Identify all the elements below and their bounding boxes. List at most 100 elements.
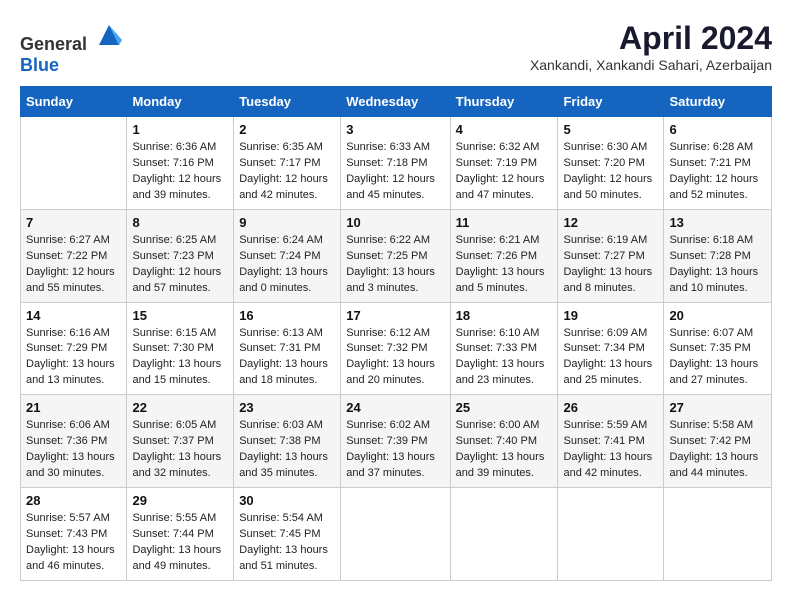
day-number: 11: [456, 215, 553, 230]
calendar-week-row: 7Sunrise: 6:27 AMSunset: 7:22 PMDaylight…: [21, 209, 772, 302]
day-number: 17: [346, 308, 444, 323]
day-number: 8: [132, 215, 228, 230]
day-info: Sunrise: 6:06 AMSunset: 7:36 PMDaylight:…: [26, 418, 121, 482]
calendar-cell: 9 Sunrise: 6:24 AMSunset: 7:24 PMDaylight…: [234, 209, 341, 302]
day-number: 5: [563, 122, 658, 137]
day-info: Sunrise: 5:58 AMSunset: 7:42 PMDaylight:…: [669, 418, 766, 482]
calendar-cell: 16 Sunrise: 6:13 AMSunset: 7:31 PMDayligh…: [234, 302, 341, 395]
calendar-cell: 30Sunrise: 5:54 AMSunset: 7:45 PMDayligh…: [234, 488, 341, 581]
day-info: Sunrise: 6:05 AMSunset: 7:37 PMDaylight:…: [132, 418, 228, 482]
calendar-cell: [664, 488, 772, 581]
day-number: 14: [26, 308, 121, 323]
day-info: Sunrise: 6:33 AMSunset: 7:18 PMDaylight:…: [346, 140, 444, 204]
day-info: Sunrise: 6:13 AMSunset: 7:31 PMDaylight:…: [239, 326, 335, 390]
day-number: 6: [669, 122, 766, 137]
calendar-cell: 5 Sunrise: 6:30 AMSunset: 7:20 PMDaylight…: [558, 117, 664, 210]
calendar-cell: [341, 488, 450, 581]
calendar-week-row: 21 Sunrise: 6:06 AMSunset: 7:36 PMDayligh…: [21, 395, 772, 488]
day-number: 24: [346, 400, 444, 415]
calendar-cell: 26 Sunrise: 5:59 AMSunset: 7:41 PMDayligh…: [558, 395, 664, 488]
weekday-header-monday: Monday: [127, 87, 234, 117]
day-number: 20: [669, 308, 766, 323]
calendar-cell: 1 Sunrise: 6:36 AMSunset: 7:16 PMDaylight…: [127, 117, 234, 210]
location-subtitle: Xankandi, Xankandi Sahari, Azerbaijan: [530, 57, 772, 73]
day-number: 21: [26, 400, 121, 415]
calendar-header: SundayMondayTuesdayWednesdayThursdayFrid…: [21, 87, 772, 117]
day-number: 7: [26, 215, 121, 230]
calendar-cell: 29Sunrise: 5:55 AMSunset: 7:44 PMDayligh…: [127, 488, 234, 581]
calendar-cell: [21, 117, 127, 210]
day-number: 27: [669, 400, 766, 415]
calendar-week-row: 14 Sunrise: 6:16 AMSunset: 7:29 PMDayligh…: [21, 302, 772, 395]
calendar-cell: 23Sunrise: 6:03 AMSunset: 7:38 PMDayligh…: [234, 395, 341, 488]
calendar-table: SundayMondayTuesdayWednesdayThursdayFrid…: [20, 86, 772, 581]
day-info: Sunrise: 5:57 AMSunset: 7:43 PMDaylight:…: [26, 511, 121, 575]
day-number: 10: [346, 215, 444, 230]
calendar-cell: 27 Sunrise: 5:58 AMSunset: 7:42 PMDayligh…: [664, 395, 772, 488]
calendar-cell: 4Sunrise: 6:32 AMSunset: 7:19 PMDaylight…: [450, 117, 558, 210]
day-number: 16: [239, 308, 335, 323]
calendar-body: 1 Sunrise: 6:36 AMSunset: 7:16 PMDaylight…: [21, 117, 772, 581]
calendar-cell: 22 Sunrise: 6:05 AMSunset: 7:37 PMDayligh…: [127, 395, 234, 488]
weekday-header-row: SundayMondayTuesdayWednesdayThursdayFrid…: [21, 87, 772, 117]
weekday-header-thursday: Thursday: [450, 87, 558, 117]
day-number: 26: [563, 400, 658, 415]
day-info: Sunrise: 6:22 AMSunset: 7:25 PMDaylight:…: [346, 233, 444, 297]
calendar-cell: 3Sunrise: 6:33 AMSunset: 7:18 PMDaylight…: [341, 117, 450, 210]
day-info: Sunrise: 6:16 AMSunset: 7:29 PMDaylight:…: [26, 326, 121, 390]
day-info: Sunrise: 6:30 AMSunset: 7:20 PMDaylight:…: [563, 140, 658, 204]
day-info: Sunrise: 6:36 AMSunset: 7:16 PMDaylight:…: [132, 140, 228, 204]
day-info: Sunrise: 6:21 AMSunset: 7:26 PMDaylight:…: [456, 233, 553, 297]
calendar-cell: 28 Sunrise: 5:57 AMSunset: 7:43 PMDayligh…: [21, 488, 127, 581]
calendar-cell: 7Sunrise: 6:27 AMSunset: 7:22 PMDaylight…: [21, 209, 127, 302]
logo-blue: Blue: [20, 55, 59, 75]
day-info: Sunrise: 6:09 AMSunset: 7:34 PMDaylight:…: [563, 326, 658, 390]
day-number: 13: [669, 215, 766, 230]
day-info: Sunrise: 6:18 AMSunset: 7:28 PMDaylight:…: [669, 233, 766, 297]
day-number: 15: [132, 308, 228, 323]
logo-icon: [94, 20, 124, 50]
day-number: 1: [132, 122, 228, 137]
day-info: Sunrise: 6:02 AMSunset: 7:39 PMDaylight:…: [346, 418, 444, 482]
calendar-cell: 21 Sunrise: 6:06 AMSunset: 7:36 PMDayligh…: [21, 395, 127, 488]
day-info: Sunrise: 6:35 AMSunset: 7:17 PMDaylight:…: [239, 140, 335, 204]
day-info: Sunrise: 6:24 AMSunset: 7:24 PMDaylight:…: [239, 233, 335, 297]
calendar-cell: 25Sunrise: 6:00 AMSunset: 7:40 PMDayligh…: [450, 395, 558, 488]
day-number: 28: [26, 493, 121, 508]
day-info: Sunrise: 5:59 AMSunset: 7:41 PMDaylight:…: [563, 418, 658, 482]
logo: General Blue: [20, 20, 124, 76]
logo-text: General Blue: [20, 20, 124, 76]
day-info: Sunrise: 6:19 AMSunset: 7:27 PMDaylight:…: [563, 233, 658, 297]
calendar-week-row: 1 Sunrise: 6:36 AMSunset: 7:16 PMDaylight…: [21, 117, 772, 210]
day-info: Sunrise: 6:15 AMSunset: 7:30 PMDaylight:…: [132, 326, 228, 390]
calendar-cell: 19Sunrise: 6:09 AMSunset: 7:34 PMDayligh…: [558, 302, 664, 395]
day-number: 18: [456, 308, 553, 323]
day-number: 9: [239, 215, 335, 230]
logo-general: General: [20, 34, 87, 54]
calendar-cell: 15 Sunrise: 6:15 AMSunset: 7:30 PMDayligh…: [127, 302, 234, 395]
calendar-cell: 14 Sunrise: 6:16 AMSunset: 7:29 PMDayligh…: [21, 302, 127, 395]
weekday-header-friday: Friday: [558, 87, 664, 117]
day-number: 22: [132, 400, 228, 415]
calendar-cell: 13 Sunrise: 6:18 AMSunset: 7:28 PMDayligh…: [664, 209, 772, 302]
day-info: Sunrise: 6:07 AMSunset: 7:35 PMDaylight:…: [669, 326, 766, 390]
calendar-cell: 10 Sunrise: 6:22 AMSunset: 7:25 PMDayligh…: [341, 209, 450, 302]
day-number: 30: [239, 493, 335, 508]
day-info: Sunrise: 6:10 AMSunset: 7:33 PMDaylight:…: [456, 326, 553, 390]
weekday-header-wednesday: Wednesday: [341, 87, 450, 117]
calendar-cell: 6Sunrise: 6:28 AMSunset: 7:21 PMDaylight…: [664, 117, 772, 210]
calendar-cell: 12Sunrise: 6:19 AMSunset: 7:27 PMDayligh…: [558, 209, 664, 302]
day-info: Sunrise: 6:25 AMSunset: 7:23 PMDaylight:…: [132, 233, 228, 297]
calendar-cell: 2Sunrise: 6:35 AMSunset: 7:17 PMDaylight…: [234, 117, 341, 210]
day-info: Sunrise: 5:55 AMSunset: 7:44 PMDaylight:…: [132, 511, 228, 575]
calendar-cell: 18 Sunrise: 6:10 AMSunset: 7:33 PMDayligh…: [450, 302, 558, 395]
weekday-header-sunday: Sunday: [21, 87, 127, 117]
calendar-cell: 8 Sunrise: 6:25 AMSunset: 7:23 PMDaylight…: [127, 209, 234, 302]
day-info: Sunrise: 6:32 AMSunset: 7:19 PMDaylight:…: [456, 140, 553, 204]
calendar-cell: 11 Sunrise: 6:21 AMSunset: 7:26 PMDayligh…: [450, 209, 558, 302]
weekday-header-tuesday: Tuesday: [234, 87, 341, 117]
day-number: 25: [456, 400, 553, 415]
day-number: 23: [239, 400, 335, 415]
calendar-cell: 24 Sunrise: 6:02 AMSunset: 7:39 PMDayligh…: [341, 395, 450, 488]
page-header: General Blue April 2024 Xankandi, Xankan…: [20, 20, 772, 76]
